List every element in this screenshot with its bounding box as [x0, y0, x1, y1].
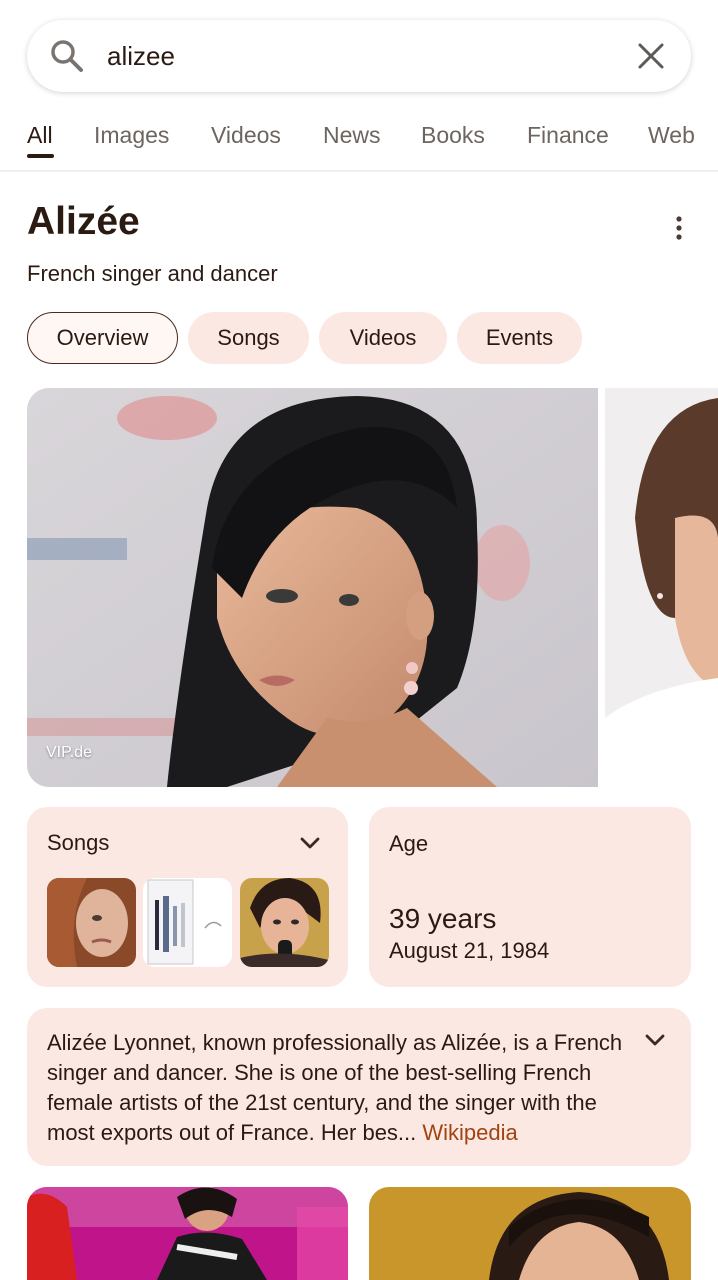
tab-images[interactable]: Images — [94, 122, 169, 149]
song-thumbnail[interactable] — [47, 878, 136, 967]
chip-overview[interactable]: Overview — [27, 312, 178, 364]
chevron-down-icon[interactable] — [298, 836, 322, 852]
tab-all[interactable]: All — [27, 122, 53, 149]
hero-image-secondary[interactable] — [605, 388, 718, 787]
chip-videos[interactable]: Videos — [319, 312, 447, 364]
song-thumbnail[interactable] — [240, 878, 329, 967]
birth-date: August 21, 1984 — [389, 938, 550, 963]
search-icon — [51, 40, 83, 72]
clear-icon[interactable] — [635, 40, 667, 72]
age-value: 39 years — [389, 903, 497, 934]
tabs-divider — [0, 170, 718, 172]
image-source-label: VIP.de — [46, 744, 92, 761]
tab-news[interactable]: News — [323, 122, 381, 149]
song-thumbnail[interactable] — [143, 878, 232, 967]
wikipedia-link[interactable]: Wikipedia — [422, 1120, 517, 1145]
tab-web[interactable]: Web — [648, 122, 695, 149]
search-bar[interactable]: alizee — [27, 20, 691, 92]
chip-events[interactable]: Events — [457, 312, 582, 364]
entity-title: Alizée — [27, 200, 140, 243]
related-image[interactable] — [369, 1187, 691, 1280]
age-card-title: Age — [389, 831, 429, 856]
search-tabs: All Images Videos News Books Finance Web — [0, 112, 718, 170]
entity-subtitle: French singer and dancer — [27, 261, 278, 286]
songs-card-title: Songs — [47, 830, 110, 855]
chevron-down-icon[interactable] — [643, 1033, 667, 1049]
tab-finance[interactable]: Finance — [527, 122, 609, 149]
more-options-icon[interactable] — [669, 214, 689, 242]
search-input[interactable]: alizee — [107, 40, 175, 72]
chip-songs[interactable]: Songs — [188, 312, 309, 364]
description-text: Alizée Lyonnet, known professionally as … — [47, 1030, 623, 1145]
active-tab-indicator — [27, 154, 54, 158]
related-image[interactable] — [27, 1187, 348, 1280]
tab-books[interactable]: Books — [421, 122, 485, 149]
hero-image[interactable] — [27, 388, 598, 787]
tab-videos[interactable]: Videos — [211, 122, 281, 149]
